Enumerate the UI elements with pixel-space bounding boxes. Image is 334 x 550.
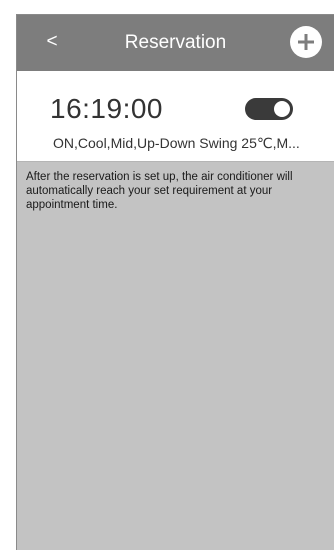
- app-screen: < Reservation 16:19:00 ON,Cool,Mid,Up-Do…: [16, 14, 334, 550]
- reservation-item[interactable]: 16:19:00 ON,Cool,Mid,Up-Down Swing 25℃,M…: [17, 71, 334, 162]
- page-title: Reservation: [124, 32, 227, 53]
- reservation-toggle[interactable]: [245, 98, 293, 120]
- back-button[interactable]: <: [41, 29, 63, 55]
- toggle-knob: [274, 101, 290, 117]
- info-text: After the reservation is set up, the air…: [26, 171, 293, 211]
- add-reservation-button[interactable]: [290, 26, 322, 58]
- plus-icon: [298, 34, 314, 50]
- reservation-details: ON,Cool,Mid,Up-Down Swing 25℃,M...: [53, 135, 300, 151]
- reservation-time: 16:19:00: [50, 93, 163, 124]
- top-bar: < Reservation: [17, 15, 334, 71]
